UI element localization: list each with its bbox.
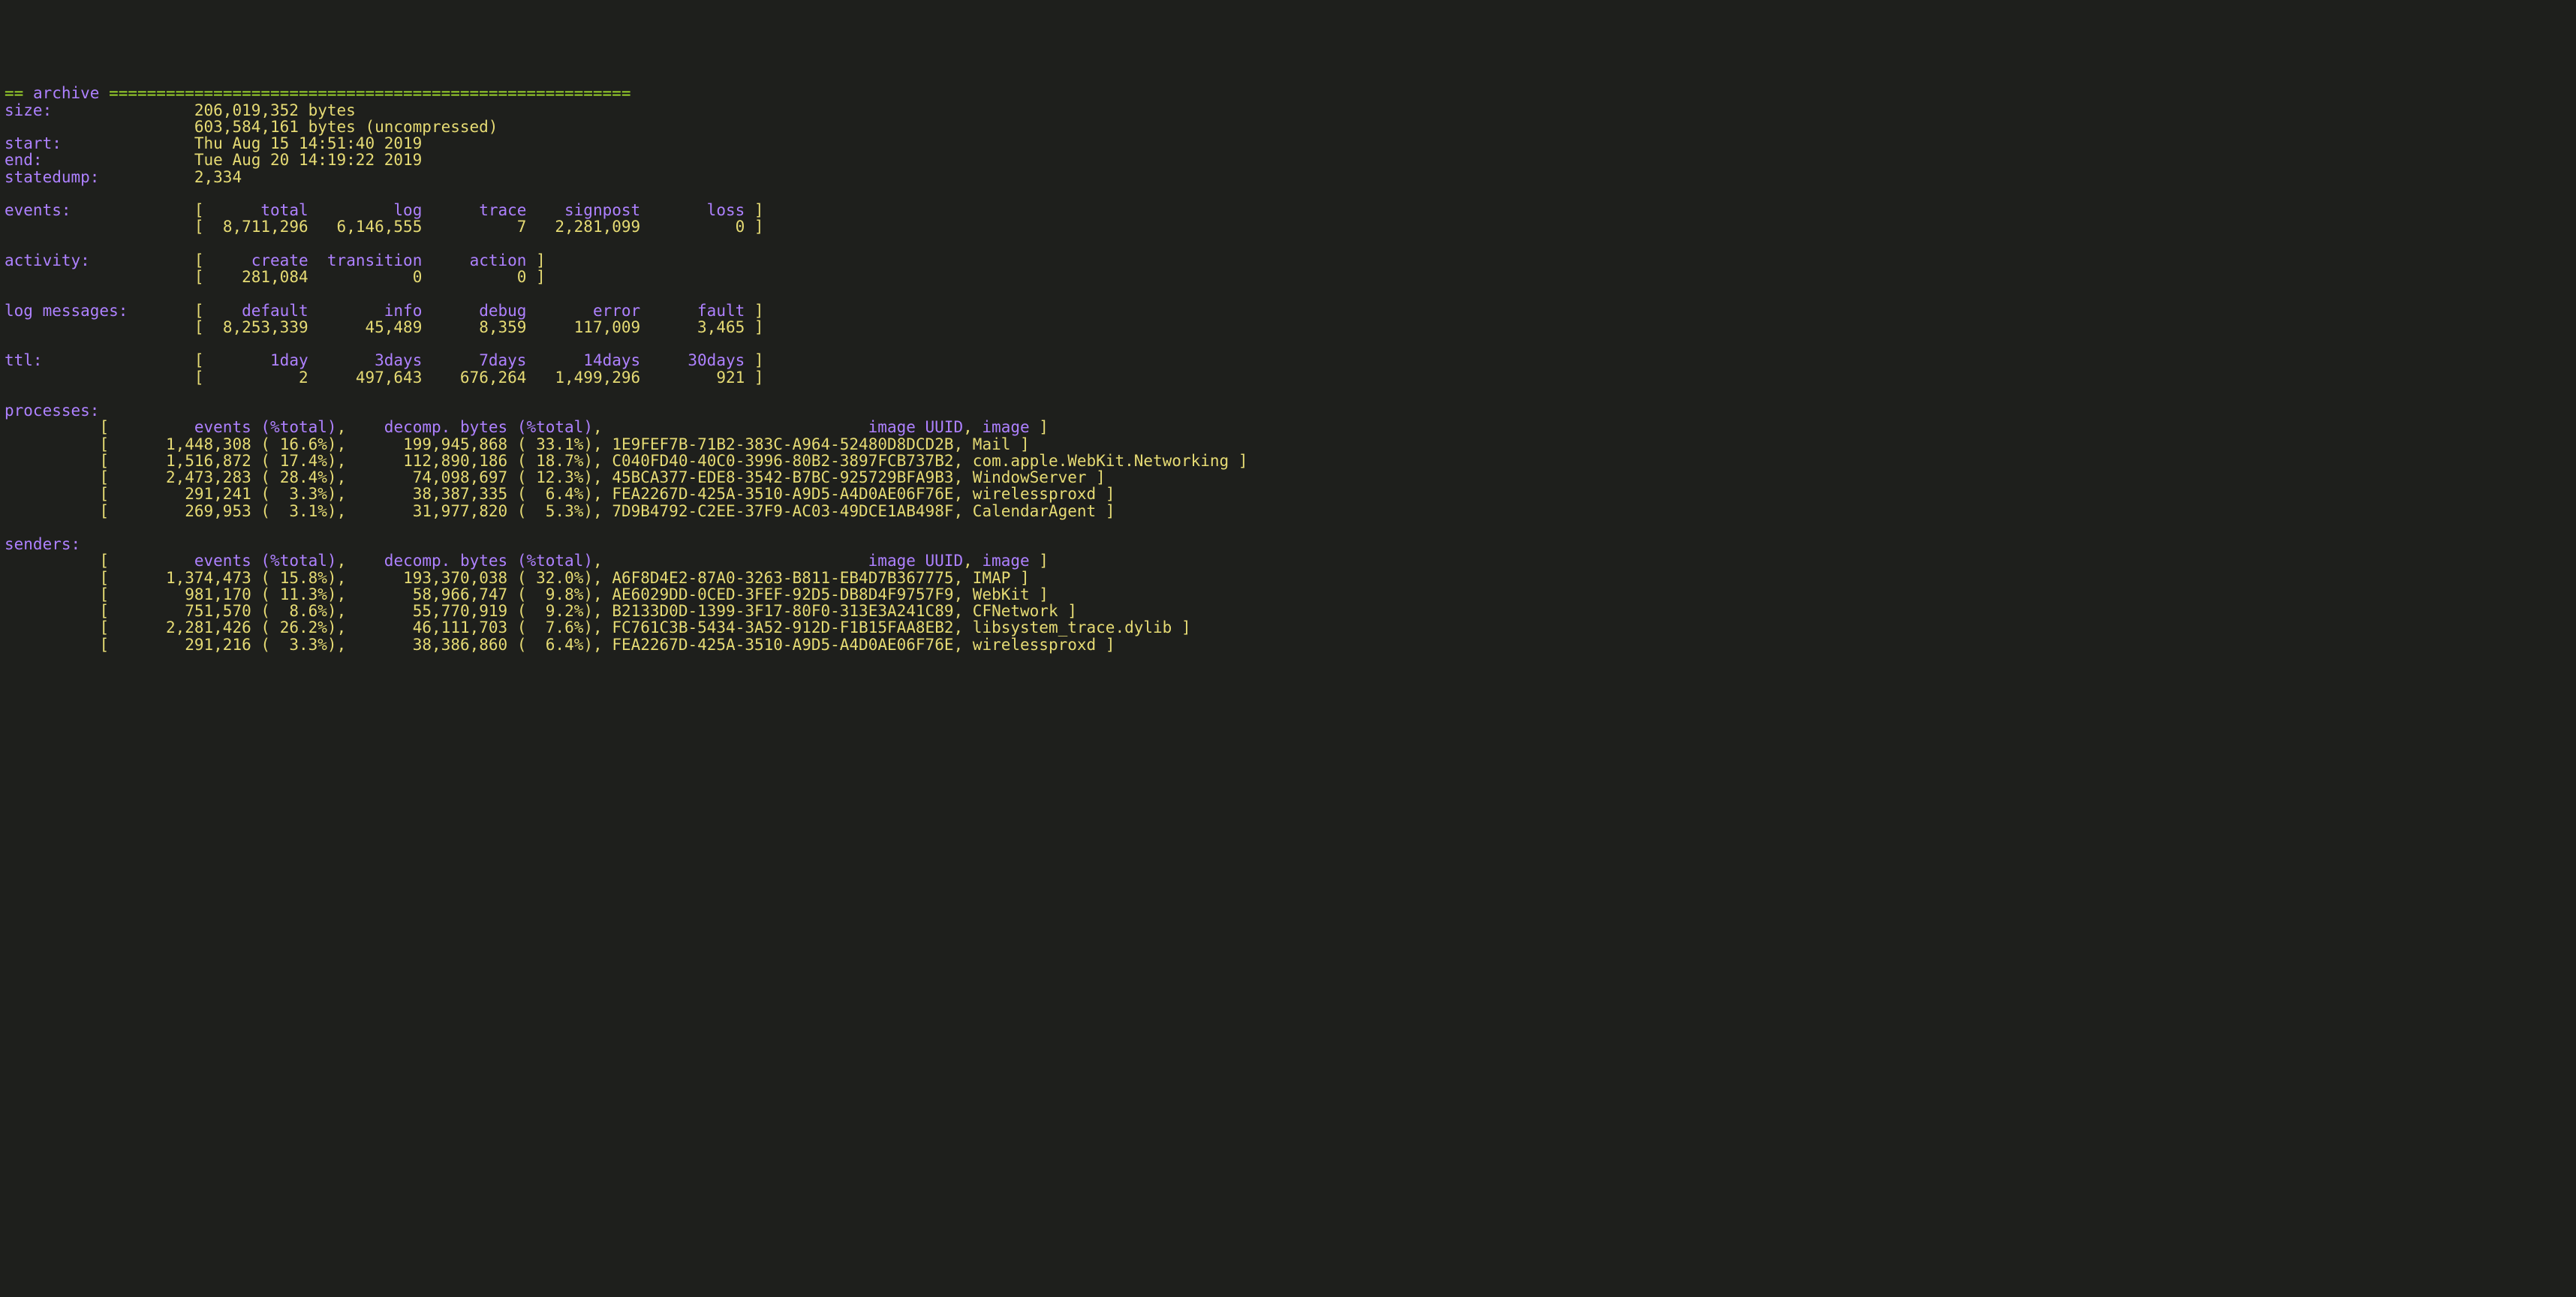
ttl-val-3: 1,499,296 [546, 369, 640, 387]
ttl-hdr-4: 30days [659, 351, 745, 369]
processes-row4-uuid: 7D9B4792-C2EE-37F9-AC03-49DCE1AB498F [612, 502, 953, 520]
senders-row4-bytes: 38,386,860 [366, 636, 508, 654]
ttl-label: ttl: [5, 351, 194, 369]
processes-row1-image: com.apple.WebKit.Networking [973, 452, 1229, 470]
senders-row3-bytes: 46,111,703 [366, 618, 508, 636]
senders-row3-uuid: FC761C3B-5434-3A52-912D-F1B15FAA8EB2 [612, 618, 953, 636]
senders-row1-events: 981,170 [119, 585, 251, 603]
log-messages-hdr-1: info [327, 302, 422, 320]
processes-row4-bytes: 31,977,820 [366, 502, 508, 520]
ttl-val-1: 497,643 [327, 369, 422, 387]
processes-row1-uuid: C040FD40-40C0-3996-80B2-3897FCB737B2 [612, 452, 953, 470]
processes-row1-bytes: 112,890,186 [366, 452, 508, 470]
senders-row3-image: libsystem_trace.dylib [973, 618, 1172, 636]
processes-row1-events: 1,516,872 [119, 452, 251, 470]
events-hdr-4: loss [659, 201, 745, 219]
processes-row4-image: CalendarAgent [973, 502, 1096, 520]
processes-row3-uuid: FEA2267D-425A-3510-A9D5-A4D0AE06F76E [612, 485, 953, 503]
ttl-hdr-3: 14days [546, 351, 640, 369]
statedump-label: statedump: [5, 168, 194, 186]
processes-row0-uuid: 1E9FEF7B-71B2-383C-A964-52480D8DCD2B [612, 435, 953, 453]
activity-val-0: 281,084 [213, 268, 308, 286]
log-messages-val-2: 8,359 [441, 318, 527, 336]
events-hdr-2: trace [441, 201, 527, 219]
activity-hdr-1: transition [327, 251, 422, 269]
size-uncompressed: 603,584,161 bytes (uncompressed) [194, 118, 498, 136]
senders-label: senders: [5, 535, 80, 553]
activity-val-1: 0 [327, 268, 422, 286]
processes-row2-image: WindowServer [973, 468, 1087, 486]
events-val-4: 0 [659, 218, 745, 236]
processes-row2-bytes: 74,098,697 [366, 468, 508, 486]
log-messages-val-3: 117,009 [546, 318, 640, 336]
senders-row1-image: WebKit [973, 585, 1030, 603]
events-val-1: 6,146,555 [327, 218, 422, 236]
senders-row1-bytes: 58,966,747 [366, 585, 508, 603]
ttl-val-4: 921 [659, 369, 745, 387]
senders-row0-events: 1,374,473 [119, 569, 251, 587]
senders-row3-events: 2,281,426 [119, 618, 251, 636]
processes-row0-bytes: 199,945,868 [366, 435, 508, 453]
processes-row3-image: wirelessproxd [973, 485, 1096, 503]
log-messages-val-4: 3,465 [659, 318, 745, 336]
senders-row0-image: IMAP [973, 569, 1011, 587]
senders-row4-uuid: FEA2267D-425A-3510-A9D5-A4D0AE06F76E [612, 636, 953, 654]
activity-hdr-2: action [441, 251, 527, 269]
ttl-hdr-1: 3days [327, 351, 422, 369]
end-value: Tue Aug 20 14:19:22 2019 [194, 151, 422, 169]
activity-label: activity: [5, 251, 194, 269]
statedump-value: 2,334 [194, 168, 242, 186]
senders-row4-image: wirelessproxd [973, 636, 1096, 654]
log-messages-hdr-2: debug [441, 302, 527, 320]
senders-row4-events: 291,216 [119, 636, 251, 654]
activity-hdr-0: create [213, 251, 308, 269]
ttl-val-2: 676,264 [441, 369, 527, 387]
end-label: end: [5, 151, 194, 169]
senders-row2-uuid: B2133D0D-1399-3F17-80F0-313E3A241C89 [612, 602, 953, 620]
log-messages-val-1: 45,489 [327, 318, 422, 336]
events-hdr-3: signpost [546, 201, 640, 219]
start-value: Thu Aug 15 14:51:40 2019 [194, 134, 422, 152]
senders-row2-bytes: 55,770,919 [366, 602, 508, 620]
senders-row2-events: 751,570 [119, 602, 251, 620]
ttl-hdr-2: 7days [441, 351, 527, 369]
ttl-hdr-0: 1day [213, 351, 308, 369]
processes-row2-events: 2,473,283 [119, 468, 251, 486]
events-hdr-0: total [213, 201, 308, 219]
size-label: size: [5, 101, 194, 119]
events-hdr-1: log [327, 201, 422, 219]
processes-row3-events: 291,241 [119, 485, 251, 503]
events-val-3: 2,281,099 [546, 218, 640, 236]
log-messages-hdr-3: error [546, 302, 640, 320]
senders-row1-uuid: AE6029DD-0CED-3FEF-92D5-DB8D4F9757F9 [612, 585, 953, 603]
log-messages-label: log messages: [5, 302, 194, 320]
activity-val-2: 0 [441, 268, 527, 286]
log-messages-hdr-0: default [213, 302, 308, 320]
log-messages-hdr-4: fault [659, 302, 745, 320]
senders-row0-uuid: A6F8D4E2-87A0-3263-B811-EB4D7B367775 [612, 569, 953, 587]
terminal-output: == archive =============================… [0, 83, 2576, 683]
events-val-0: 8,711,296 [213, 218, 308, 236]
processes-row2-uuid: 45BCA377-EDE8-3542-B7BC-925729BFA9B3 [612, 468, 953, 486]
processes-label: processes: [5, 402, 99, 420]
events-val-2: 7 [441, 218, 527, 236]
senders-row0-bytes: 193,370,038 [366, 569, 508, 587]
start-label: start: [5, 134, 194, 152]
log-messages-val-0: 8,253,339 [213, 318, 308, 336]
section-title: archive [33, 84, 100, 102]
events-label: events: [5, 201, 194, 219]
processes-row3-bytes: 38,387,335 [366, 485, 508, 503]
senders-row2-image: CFNetwork [973, 602, 1058, 620]
processes-row0-events: 1,448,308 [119, 435, 251, 453]
ttl-val-0: 2 [213, 369, 308, 387]
processes-row4-events: 269,953 [119, 502, 251, 520]
size-bytes: 206,019,352 bytes [194, 101, 356, 119]
processes-row0-image: Mail [973, 435, 1011, 453]
